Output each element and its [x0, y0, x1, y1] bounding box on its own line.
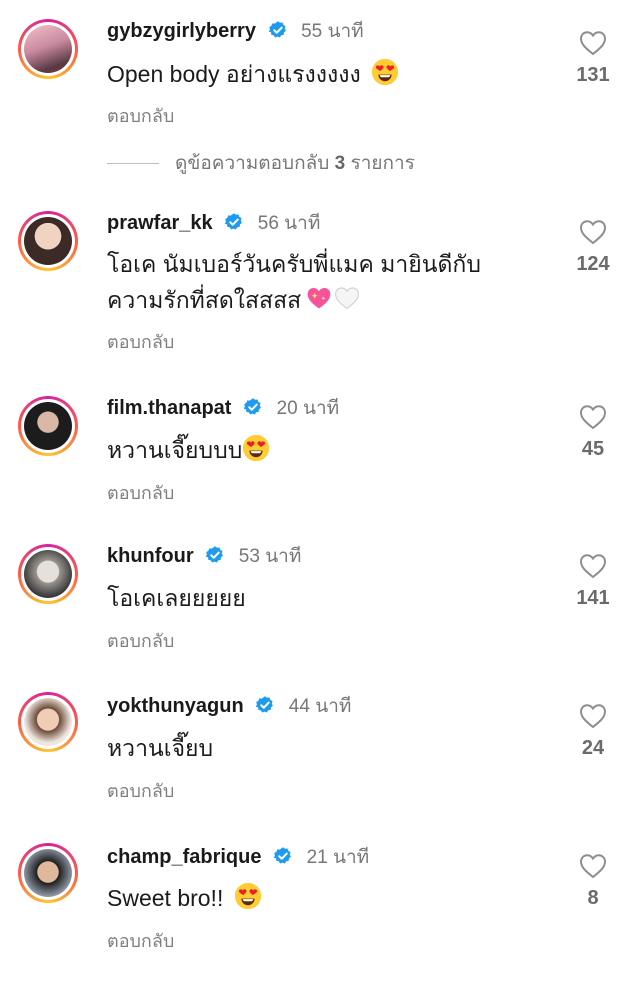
heart-eyes-emoji: [242, 434, 270, 462]
timestamp: 20 นาที: [276, 398, 340, 419]
avatar-story-ring[interactable]: [18, 211, 78, 271]
username[interactable]: khunfour: [107, 545, 194, 567]
avatar-story-ring[interactable]: [18, 692, 78, 752]
heart-eyes-emoji: [234, 882, 262, 910]
verified-badge-icon: [205, 545, 225, 565]
white-heart-emoji: [333, 284, 361, 312]
verified-badge-icon: [224, 212, 244, 232]
heart-outline-icon[interactable]: [579, 703, 607, 729]
like-control: 45: [560, 404, 626, 461]
avatar: [24, 698, 72, 746]
comment-text: Sweet bro!!: [107, 880, 262, 916]
like-count: 131: [576, 64, 610, 86]
avatar-story-ring[interactable]: [18, 19, 78, 79]
heart-eyes-emoji: [371, 58, 399, 86]
reply-button[interactable]: ตอบกลับ: [107, 926, 174, 955]
reply-button[interactable]: ตอบกลับ: [107, 327, 174, 356]
comment-header: khunfour 53 นาที: [107, 544, 301, 569]
divider: [107, 163, 159, 165]
comment-header: gybzygirlyberry 55 นาที: [107, 19, 364, 44]
reply-button[interactable]: ตอบกลับ: [107, 626, 174, 655]
avatar-story-ring[interactable]: [18, 396, 78, 456]
verified-badge-icon: [273, 846, 293, 866]
like-count: 141: [576, 587, 610, 609]
heart-outline-icon[interactable]: [579, 404, 607, 430]
comment-text: Open body อย่างแรงงงงง: [107, 56, 399, 92]
username[interactable]: prawfar_kk: [107, 212, 213, 234]
timestamp: 56 นาที: [257, 213, 321, 234]
like-count: 8: [587, 887, 599, 909]
avatar: [24, 550, 72, 598]
comment-header: champ_fabrique 21 นาที: [107, 845, 369, 870]
like-control: 8: [560, 853, 626, 910]
username[interactable]: yokthunyagun: [107, 695, 244, 717]
avatar: [24, 402, 72, 450]
verified-badge-icon: [243, 397, 263, 417]
heart-outline-icon[interactable]: [579, 219, 607, 245]
reply-button[interactable]: ตอบกลับ: [107, 101, 174, 130]
reply-button[interactable]: ตอบกลับ: [107, 478, 174, 507]
verified-badge-icon: [255, 695, 275, 715]
comment-header: film.thanapat 20 นาที: [107, 396, 339, 421]
sparkling-heart-emoji: [305, 284, 333, 312]
like-control: 141: [560, 553, 626, 610]
comment-header: prawfar_kk 56 นาที: [107, 211, 320, 236]
like-count: 124: [576, 253, 610, 275]
avatar: [24, 849, 72, 897]
timestamp: 53 นาที: [238, 546, 302, 567]
reply-button[interactable]: ตอบกลับ: [107, 776, 174, 805]
username[interactable]: gybzygirlyberry: [107, 20, 256, 42]
like-count: 45: [581, 438, 605, 460]
comment-text: โอเค นัมเบอร์วันครับพี่แมค มายินดีกับ คว…: [107, 251, 481, 313]
heart-outline-icon[interactable]: [579, 30, 607, 56]
timestamp: 44 นาที: [288, 696, 352, 717]
comment-header: yokthunyagun 44 นาที: [107, 694, 351, 719]
comment-text: หวานเจี๊ยบ: [107, 735, 214, 761]
username[interactable]: champ_fabrique: [107, 846, 261, 868]
username[interactable]: film.thanapat: [107, 397, 231, 419]
comment-text: หวานเจี๊ยบบบ: [107, 432, 270, 468]
view-replies-link[interactable]: ดูข้อความตอบกลับ 3 รายการ: [107, 148, 415, 178]
avatar-story-ring[interactable]: [18, 544, 78, 604]
like-count: 24: [581, 737, 605, 759]
like-control: 131: [560, 30, 626, 87]
heart-outline-icon[interactable]: [579, 853, 607, 879]
heart-outline-icon[interactable]: [579, 553, 607, 579]
avatar: [24, 25, 72, 73]
like-control: 24: [560, 703, 626, 760]
timestamp: 55 นาที: [301, 21, 364, 42]
timestamp: 21 นาที: [306, 847, 370, 868]
like-control: 124: [560, 219, 626, 276]
avatar-story-ring[interactable]: [18, 843, 78, 903]
comment-text: โอเคเลยยยยย: [107, 585, 246, 611]
verified-badge-icon: [268, 20, 288, 40]
avatar: [24, 217, 72, 265]
